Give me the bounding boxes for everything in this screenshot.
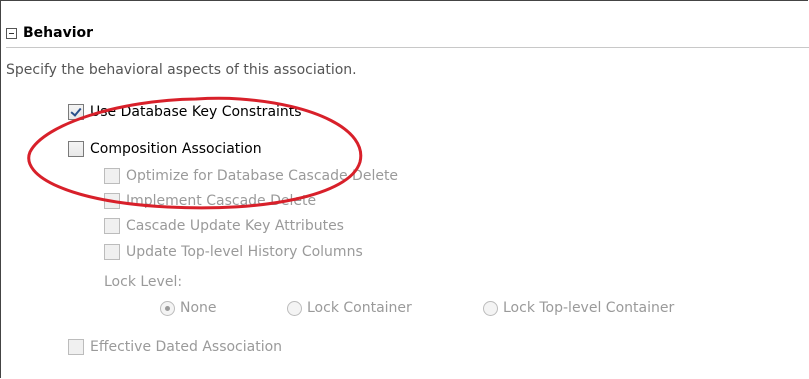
checkbox-disabled-icon [104,193,120,209]
property-panel-frame [0,0,808,378]
checkbox-checked-icon[interactable] [68,104,84,120]
lock-level-top-level-container-radio: Lock Top-level Container [483,300,674,316]
checkbox-disabled-icon [104,218,120,234]
section-description: Specify the behavioral aspects of this a… [6,62,357,78]
lock-level-container-radio: Lock Container [287,300,412,316]
checkbox-label: Update Top-level History Columns [126,244,363,260]
checkbox-disabled-icon [68,339,84,355]
checkbox-label: Optimize for Database Cascade Delete [126,168,399,184]
radio-label: Lock Top-level Container [503,300,675,316]
section-divider [6,47,809,48]
radio-unselected-icon [483,300,498,316]
checkbox-disabled-icon [104,168,120,184]
collapse-minus-icon[interactable] [6,27,17,39]
checkbox-label: Effective Dated Association [90,339,283,355]
checkbox-disabled-icon [104,244,120,260]
checkbox-unchecked-icon[interactable] [68,141,84,157]
checkbox-label: Use Database Key Constraints [90,104,302,120]
checkbox-label: Implement Cascade Delete [126,193,317,209]
use-db-key-constraints-checkbox[interactable]: Use Database Key Constraints [68,104,302,120]
cascade-update-key-attributes-checkbox: Cascade Update Key Attributes [104,218,344,234]
lock-level-label: Lock Level: [104,274,183,290]
radio-selected-icon [160,300,175,316]
composition-association-checkbox[interactable]: Composition Association [68,141,262,157]
radio-unselected-icon [287,300,302,316]
lock-level-none-radio: None [160,300,217,316]
radio-label: Lock Container [307,300,412,316]
section-title: Behavior [23,25,94,41]
update-top-level-history-checkbox: Update Top-level History Columns [104,244,363,260]
behavior-section-header[interactable]: Behavior [6,22,93,44]
checkbox-label: Composition Association [90,141,262,157]
effective-dated-association-checkbox: Effective Dated Association [68,339,282,355]
radio-label: None [180,300,217,316]
checkbox-label: Cascade Update Key Attributes [126,218,344,234]
implement-cascade-delete-checkbox: Implement Cascade Delete [104,193,316,209]
optimize-cascade-delete-checkbox: Optimize for Database Cascade Delete [104,168,398,184]
